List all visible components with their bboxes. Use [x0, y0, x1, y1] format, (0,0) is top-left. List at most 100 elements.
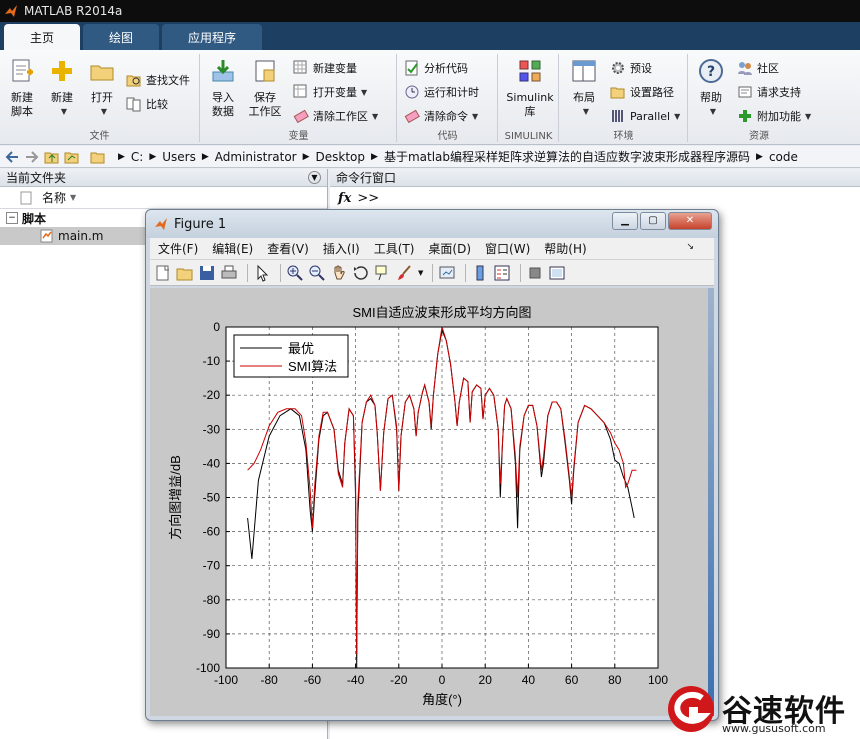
name-column-header[interactable]: 名称 ▼ — [0, 187, 327, 209]
compare-button[interactable]: 比较 — [126, 94, 168, 114]
tab-home[interactable]: 主页 — [4, 24, 81, 50]
new-variable-button[interactable]: 新建变量 — [293, 58, 357, 78]
forward-arrow-icon[interactable] — [24, 149, 40, 165]
pan-hand-icon[interactable] — [330, 264, 348, 282]
parallel-icon — [612, 110, 623, 122]
save-icon[interactable] — [198, 264, 216, 282]
colorbar-icon[interactable] — [471, 264, 489, 282]
menu-view[interactable]: 查看(V) — [267, 240, 309, 257]
layout-button[interactable]: 布局 ▼ — [562, 58, 606, 119]
data-cursor-icon[interactable] — [374, 264, 392, 282]
figure-edge-scrollbar — [708, 288, 714, 716]
undock-arrow-icon[interactable]: ↘ — [686, 242, 694, 252]
pointer-icon[interactable] — [253, 264, 271, 282]
link-plot-icon[interactable] — [438, 264, 456, 282]
new-figure-icon[interactable] — [154, 264, 172, 282]
panel-actions-icon[interactable]: ▼ — [308, 171, 321, 184]
collapse-toggle-icon[interactable]: − — [6, 212, 18, 224]
toolbar-separator — [247, 263, 248, 282]
breadcrumb-item[interactable]: Administrator — [215, 150, 297, 164]
clear-workspace-button[interactable]: 清除工作区 ▼ — [293, 106, 378, 126]
support-icon — [738, 86, 752, 98]
menu-desktop[interactable]: 桌面(D) — [428, 240, 471, 257]
request-support-button[interactable]: 请求支持 — [737, 82, 801, 102]
menu-help[interactable]: 帮助(H) — [544, 240, 586, 257]
eraser-icon — [293, 109, 309, 124]
menu-tools[interactable]: 工具(T) — [374, 240, 415, 257]
chevron-down-icon: ▼ — [361, 87, 368, 97]
gusu-logo-icon — [668, 686, 714, 732]
run-and-time-button[interactable]: 运行和计时 — [404, 82, 479, 102]
breadcrumb-item[interactable]: code — [769, 150, 798, 164]
minimize-button[interactable]: ▁ — [612, 212, 638, 230]
figure-title-bar[interactable]: Figure 1 ▁ ▢ ✕ — [146, 210, 718, 238]
import-data-button[interactable]: 导入 数据 — [201, 58, 245, 119]
eraser-icon — [404, 109, 420, 124]
zoom-out-icon[interactable] — [308, 264, 326, 282]
ribbon-group-code: 分析代码 运行和计时 清除命令 ▼ 代码 — [398, 54, 498, 142]
breadcrumb-item[interactable]: Desktop — [316, 150, 366, 164]
svg-text:?: ? — [707, 64, 715, 80]
menu-window[interactable]: 窗口(W) — [485, 240, 530, 257]
simulink-library-button[interactable]: Simulink 库 — [503, 58, 557, 119]
breadcrumb-item[interactable]: C: — [131, 150, 143, 164]
command-input[interactable]: fx >> — [330, 187, 860, 209]
legend-label: SMI算法 — [288, 359, 337, 374]
breadcrumb-item[interactable]: 基于matlab编程采样矩阵求逆算法的自适应数字波束形成器程序源码 — [384, 148, 750, 165]
brush-icon[interactable] — [396, 264, 414, 282]
open-button[interactable]: 打开 ▼ — [80, 58, 124, 119]
ribbon: 新建 脚本 新建 ▼ 打开 ▼ 查找文件 比较 文件 导入 数据 保存 工作区 … — [0, 50, 860, 145]
find-files-button[interactable]: 查找文件 — [126, 70, 190, 90]
addons-button[interactable]: 附加功能 ▼ — [737, 106, 811, 126]
breadcrumb-separator-icon: ▶ — [302, 151, 310, 162]
breadcrumb-separator-icon: ▶ — [371, 151, 378, 162]
print-icon[interactable] — [220, 264, 238, 282]
y-tick-label: -60 — [203, 525, 221, 539]
legend-label: 最优 — [288, 341, 314, 356]
save-workspace-button[interactable]: 保存 工作区 — [243, 58, 287, 119]
x-tick-label: -60 — [304, 673, 322, 687]
open-file-icon[interactable] — [176, 264, 194, 282]
back-arrow-icon[interactable] — [4, 149, 20, 165]
new-button[interactable]: 新建 ▼ — [40, 58, 84, 119]
up-folder-icon[interactable] — [44, 149, 60, 165]
menu-file[interactable]: 文件(F) — [158, 240, 198, 257]
menu-edit[interactable]: 编辑(E) — [212, 240, 253, 257]
parallel-button[interactable]: Parallel ▼ — [610, 106, 680, 126]
chevron-down-icon[interactable]: ▼ — [418, 269, 423, 277]
open-variable-icon — [293, 84, 307, 98]
tab-apps[interactable]: 应用程序 — [162, 24, 263, 50]
show-plot-tools-icon[interactable] — [548, 264, 566, 282]
clear-commands-button[interactable]: 清除命令 ▼ — [404, 106, 478, 126]
group-label-file: 文件 — [89, 131, 110, 142]
fx-icon[interactable]: fx — [338, 191, 351, 206]
help-icon: ? — [699, 59, 723, 83]
figure-toolbar: ▼ — [150, 260, 714, 286]
browse-folder-icon[interactable] — [64, 149, 80, 165]
y-tick-label: -30 — [203, 422, 221, 436]
menu-insert[interactable]: 插入(I) — [323, 240, 360, 257]
open-variable-button[interactable]: 打开变量 ▼ — [293, 82, 367, 102]
zoom-in-icon[interactable] — [286, 264, 304, 282]
figure-window: Figure 1 ▁ ▢ ✕ 文件(F) 编辑(E) 查看(V) 插入(I) 工… — [145, 209, 719, 721]
x-tick-label: 40 — [522, 673, 536, 687]
simulink-icon — [519, 60, 541, 82]
rotate-3d-icon[interactable] — [352, 264, 370, 282]
ribbon-group-file: 新建 脚本 新建 ▼ 打开 ▼ 查找文件 比较 文件 — [0, 54, 200, 142]
close-button[interactable]: ✕ — [668, 212, 712, 230]
plus-icon — [52, 61, 72, 81]
set-path-button[interactable]: 设置路径 — [610, 82, 674, 102]
community-icon — [738, 62, 752, 75]
community-button[interactable]: 社区 — [737, 58, 779, 78]
maximize-button[interactable]: ▢ — [640, 212, 666, 230]
legend-icon[interactable] — [493, 264, 511, 282]
preferences-button[interactable]: 预设 — [610, 58, 652, 78]
help-button[interactable]: ? 帮助 ▼ — [689, 58, 733, 119]
analyze-code-button[interactable]: 分析代码 — [404, 58, 468, 78]
new-script-button[interactable]: 新建 脚本 — [0, 58, 44, 119]
group-label-variable: 变量 — [288, 131, 309, 142]
hide-plot-tools-icon[interactable] — [526, 264, 544, 282]
tab-plots[interactable]: 绘图 — [83, 24, 160, 50]
breadcrumb-item[interactable]: Users — [162, 150, 196, 164]
x-tick-label: -40 — [347, 673, 365, 687]
